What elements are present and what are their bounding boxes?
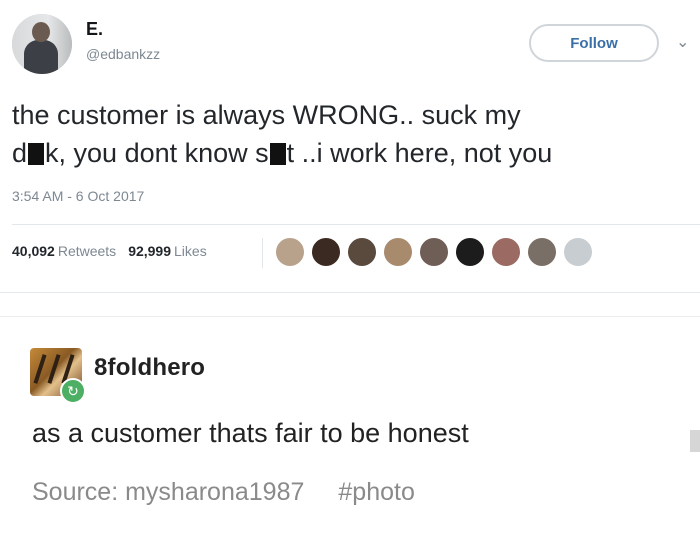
liker-avatars [274,236,598,270]
tweet-author-avatar[interactable] [12,14,72,74]
tweet-card: E. @edbankzz Follow ⌄ the customer is al… [0,0,700,318]
avatar-stripe [47,354,61,384]
censor-bar [28,143,45,165]
liker-avatar[interactable] [382,236,414,268]
tweet-text-fragment: k, you dont know s [45,138,269,168]
more-options-chevron-icon[interactable]: ⌄ [676,32,689,52]
likes-label[interactable]: Likes [174,243,207,259]
post-footer: Source: mysharona1987 #photo [32,478,415,507]
avatar-figure-head [32,22,50,42]
divider [0,316,700,317]
follow-button[interactable]: Follow [529,24,659,62]
liker-avatar[interactable] [418,236,450,268]
tweet-text-line-1: the customer is always WRONG.. suck my [12,100,521,130]
liker-avatar[interactable] [526,236,558,268]
liker-avatar[interactable] [274,236,306,268]
tweet-timestamp[interactable]: 3:54 AM - 6 Oct 2017 [12,188,144,204]
tweet-text-fragment: t ..i work here, not you [286,138,553,168]
liker-avatar[interactable] [310,236,342,268]
divider [0,292,700,293]
tweet-text: the customer is always WRONG.. suck my d… [12,96,696,172]
reblog-icon: ↻ [60,378,86,404]
tweet-handle[interactable]: @edbankzz [86,46,160,62]
likes-count[interactable]: 92,999 [128,243,171,259]
divider [12,224,700,225]
liker-avatar[interactable] [454,236,486,268]
liker-avatar[interactable] [346,236,378,268]
source-link[interactable]: Source: mysharona1987 [32,478,304,506]
tweet-text-fragment: d [12,138,28,168]
retweets-count[interactable]: 40,092 [12,243,55,259]
liker-avatar[interactable] [490,236,522,268]
avatar-stripe [33,354,47,384]
tumblr-post: ↻ 8foldhero as a customer thats fair to … [0,318,700,533]
tweet-text-line-2: d k, you dont know s t ..i work here, not … [12,134,696,172]
avatar-figure-body [24,40,58,74]
post-body: as a customer thats fair to be honest [32,418,469,448]
scrollbar-thumb[interactable] [690,430,700,452]
divider [262,238,263,268]
tweet-display-name[interactable]: E. [86,19,103,40]
censor-bar [269,143,286,165]
post-username[interactable]: 8foldhero [94,354,205,382]
tweet-stats: 40,092 Retweets 92,999 Likes [12,243,219,259]
retweets-label[interactable]: Retweets [58,243,116,259]
tag-link[interactable]: #photo [338,478,414,506]
liker-avatar[interactable] [562,236,594,268]
